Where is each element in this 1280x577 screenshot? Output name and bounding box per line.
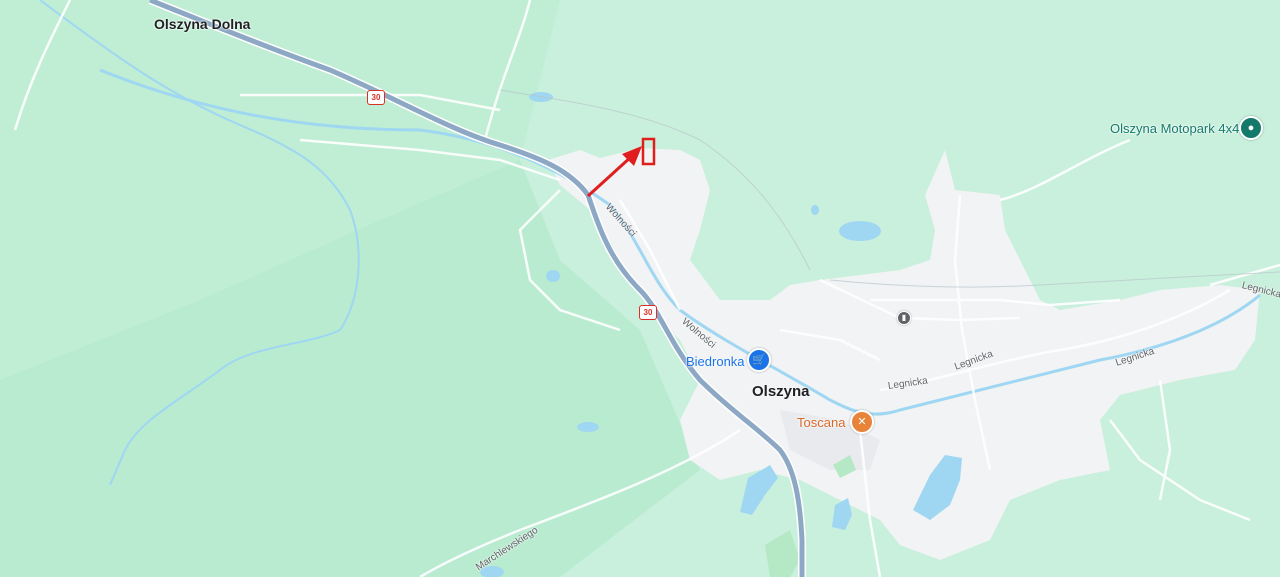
place-pin-icon[interactable]: ● [1239, 116, 1263, 140]
pond [839, 221, 881, 241]
road-shield-30: 30 [367, 90, 385, 105]
place-label-olszyna[interactable]: Olszyna [752, 383, 810, 400]
poi-label-biedronka[interactable]: Biedronka [686, 354, 745, 369]
pond-4 [546, 270, 560, 282]
shopping-cart-icon[interactable]: 🛒 [747, 348, 771, 372]
poi-label-motopark[interactable]: Olszyna Motopark 4x4 [1110, 121, 1239, 136]
restaurant-icon[interactable]: ✕ [850, 410, 874, 434]
poi-label-toscana[interactable]: Toscana [797, 415, 845, 430]
train-station-icon[interactable]: ▮ [897, 311, 911, 325]
pond-5 [577, 422, 599, 432]
place-label-olszyna-dolna[interactable]: Olszyna Dolna [154, 16, 250, 32]
map-layers [0, 0, 1280, 577]
road-shield-30: 30 [639, 305, 657, 320]
map-canvas[interactable]: 30 30 Olszyna Dolna Olszyna Olszyna Moto… [0, 0, 1280, 577]
pond-6 [811, 205, 819, 215]
